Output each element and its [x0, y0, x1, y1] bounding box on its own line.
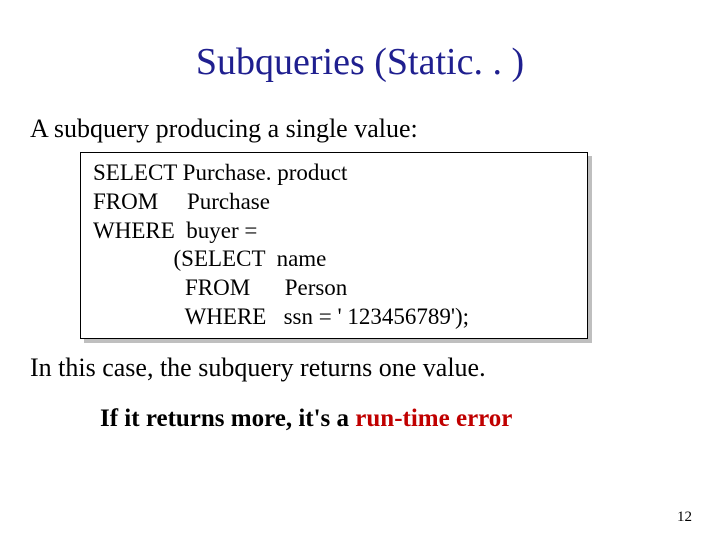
slide-title: Subqueries (Static. . ) — [30, 40, 690, 84]
lead-text: A subquery producing a single value: — [30, 114, 690, 144]
page-number: 12 — [677, 509, 692, 526]
slide: Subqueries (Static. . ) A subquery produ… — [0, 0, 720, 540]
sql-code-box: SELECT Purchase. product FROM Purchase W… — [80, 152, 588, 339]
code-box-wrap: SELECT Purchase. product FROM Purchase W… — [80, 152, 690, 339]
bold-prefix: If it returns more, it's a — [100, 405, 355, 432]
runtime-error-text: run-time error — [355, 405, 512, 432]
runtime-error-line: If it returns more, it's a run-time erro… — [100, 405, 690, 433]
after-text: In this case, the subquery returns one v… — [30, 353, 690, 383]
